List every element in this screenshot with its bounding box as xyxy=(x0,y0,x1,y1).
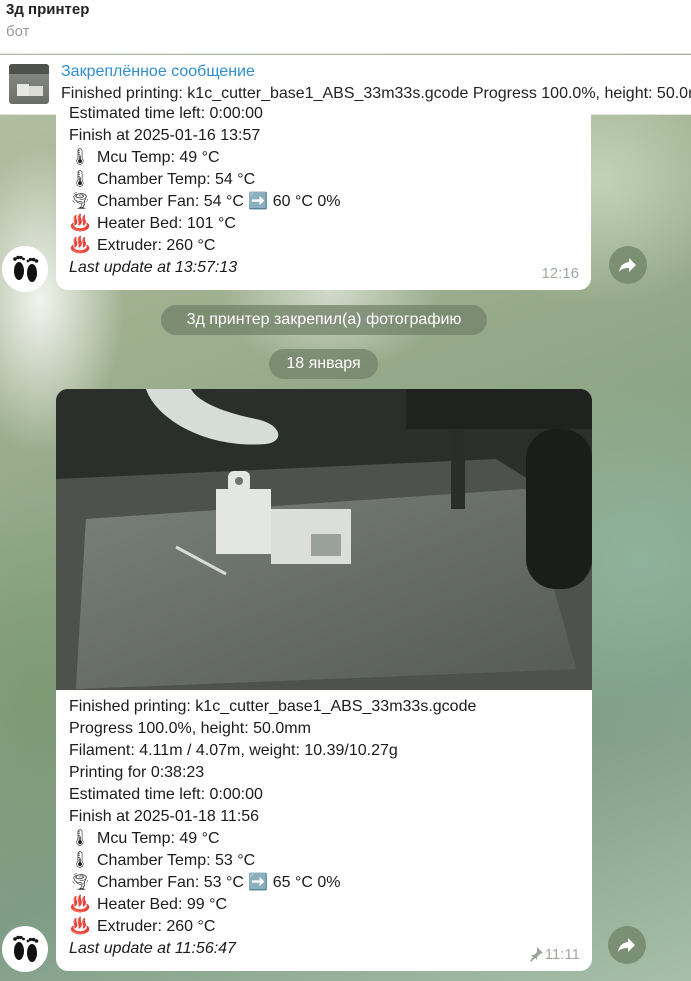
message-line: 🌡 Chamber Temp: 54 °C xyxy=(69,169,340,191)
line-text: Finish at 2025-01-16 13:57 xyxy=(69,127,261,144)
message-time: 12:16 xyxy=(541,265,579,282)
line-text: Extruder: 260 °C xyxy=(97,918,216,935)
line-emoji-icon: ♨️ xyxy=(70,896,90,913)
message-text: Finished printing: k1c_cutter_base1_ABS_… xyxy=(69,696,476,960)
message-line: Printing for 0:38:23 xyxy=(69,762,476,784)
line-text: Heater Bed: 99 °C xyxy=(97,896,228,913)
message-line: 🌪 Chamber Fan: 54 °C ➡️ 60 °C 0% xyxy=(69,191,341,213)
line-emoji-icon: 🌡 xyxy=(69,830,91,847)
message-bubble[interactable]: Estimated time left: 0:00:00 Finish at 20… xyxy=(56,105,591,290)
message-line: 🌪 Chamber Fan: 53 °C ➡️ 65 °C 0% xyxy=(69,872,476,894)
line-text: Extruder: 260 °C xyxy=(97,237,216,254)
message-line: ♨️ Extruder: 260 °C xyxy=(69,916,476,938)
line-text: Chamber Temp: 54 °C xyxy=(97,171,256,188)
message-line: Filament: 4.11m / 4.07m, weight: 10.39/1… xyxy=(69,740,476,762)
line-text: Last update at 13:57:13 xyxy=(69,259,238,276)
line-text: Chamber Fan: 54 °C ➡️ 60 °C 0% xyxy=(97,193,341,210)
message-line: Last update at 11:56:47 xyxy=(69,938,476,960)
message-text: Estimated time left: 0:00:00 Finish at 20… xyxy=(69,103,340,279)
line-text: Progress 100.0%, height: 50.0mm xyxy=(69,720,311,737)
chat-header[interactable]: 3д принтер бот xyxy=(0,0,691,54)
message-line: Estimated time left: 0:00:00 xyxy=(69,103,340,125)
message-photo[interactable] xyxy=(56,389,592,690)
avatar-footprints xyxy=(13,935,39,962)
line-text: Estimated time left: 0:00:00 xyxy=(69,786,263,803)
line-text: Finish at 2025-01-18 11:56 xyxy=(69,808,260,825)
line-emoji-icon: ♨️ xyxy=(70,237,90,254)
message-line: Estimated time left: 0:00:00 xyxy=(69,784,476,806)
line-emoji-icon: 🌪 xyxy=(69,193,91,210)
line-text: Filament: 4.11m / 4.07m, weight: 10.39/1… xyxy=(69,742,398,759)
message-line: Finished printing: k1c_cutter_base1_ABS_… xyxy=(69,696,476,718)
date-separator: 18 января xyxy=(269,349,378,379)
message-bubble[interactable]: Finished printing: k1c_cutter_base1_ABS_… xyxy=(56,389,592,971)
share-arrow-glyph xyxy=(619,258,636,272)
line-emoji-icon: 🌪 xyxy=(69,874,91,891)
avatar-footprints xyxy=(13,255,39,282)
message-line: Finish at 2025-01-18 11:56 xyxy=(69,806,476,828)
footprints-icon[interactable] xyxy=(2,246,48,292)
message-line: Progress 100.0%, height: 50.0mm xyxy=(69,718,476,740)
message-line: Last update at 13:57:13 xyxy=(69,257,340,279)
message-line: ♨️ Extruder: 260 °C xyxy=(69,235,340,257)
footprints-icon[interactable] xyxy=(2,926,48,972)
line-emoji-icon: 🌡 xyxy=(69,171,91,188)
line-emoji-icon: ♨️ xyxy=(70,918,90,935)
pin-icon xyxy=(528,946,544,969)
message-line: Finish at 2025-01-16 13:57 xyxy=(69,125,340,147)
line-text: Finished printing: k1c_cutter_base1_ABS_… xyxy=(69,698,477,715)
line-text: Heater Bed: 101 °C xyxy=(97,215,236,232)
message-line: 🌡 Mcu Temp: 49 °C xyxy=(69,828,476,850)
service-message-pinned: 3д принтер закрепил(а) фотографию xyxy=(161,305,487,335)
message-line: 🌡 Chamber Temp: 53 °C xyxy=(69,850,476,872)
pinned-title: Закреплённое сообщение xyxy=(61,63,255,80)
message-time: 11:11 xyxy=(544,946,580,963)
line-text: Mcu Temp: 49 °C xyxy=(97,149,220,166)
chat-title: 3д принтер xyxy=(6,1,90,18)
printer-photo-drawing xyxy=(56,389,592,690)
line-text: Last update at 11:56:47 xyxy=(69,940,236,957)
chat-subtitle: бот xyxy=(6,23,30,40)
line-emoji-icon: 🌡 xyxy=(69,149,91,166)
line-text: Printing for 0:38:23 xyxy=(69,764,205,781)
line-emoji-icon: 🌡 xyxy=(69,852,91,869)
line-text: Chamber Fan: 53 °C ➡️ 65 °C 0% xyxy=(97,874,341,891)
line-text: Chamber Temp: 53 °C xyxy=(97,852,256,869)
line-text: Mcu Temp: 49 °C xyxy=(97,830,220,847)
line-emoji-icon: ♨️ xyxy=(70,215,90,232)
share-arrow-glyph xyxy=(618,938,635,952)
line-text: Estimated time left: 0:00:00 xyxy=(69,105,263,122)
pinned-thumbnail xyxy=(9,64,49,104)
message-line: ♨️ Heater Bed: 99 °C xyxy=(69,894,476,916)
message-line: 🌡 Mcu Temp: 49 °C xyxy=(69,147,340,169)
share-arrow-icon[interactable] xyxy=(609,246,647,284)
pinned-text: Finished printing: k1c_cutter_base1_ABS_… xyxy=(61,85,691,102)
share-arrow-icon[interactable] xyxy=(608,926,646,964)
message-line: ♨️ Heater Bed: 101 °C xyxy=(69,213,340,235)
